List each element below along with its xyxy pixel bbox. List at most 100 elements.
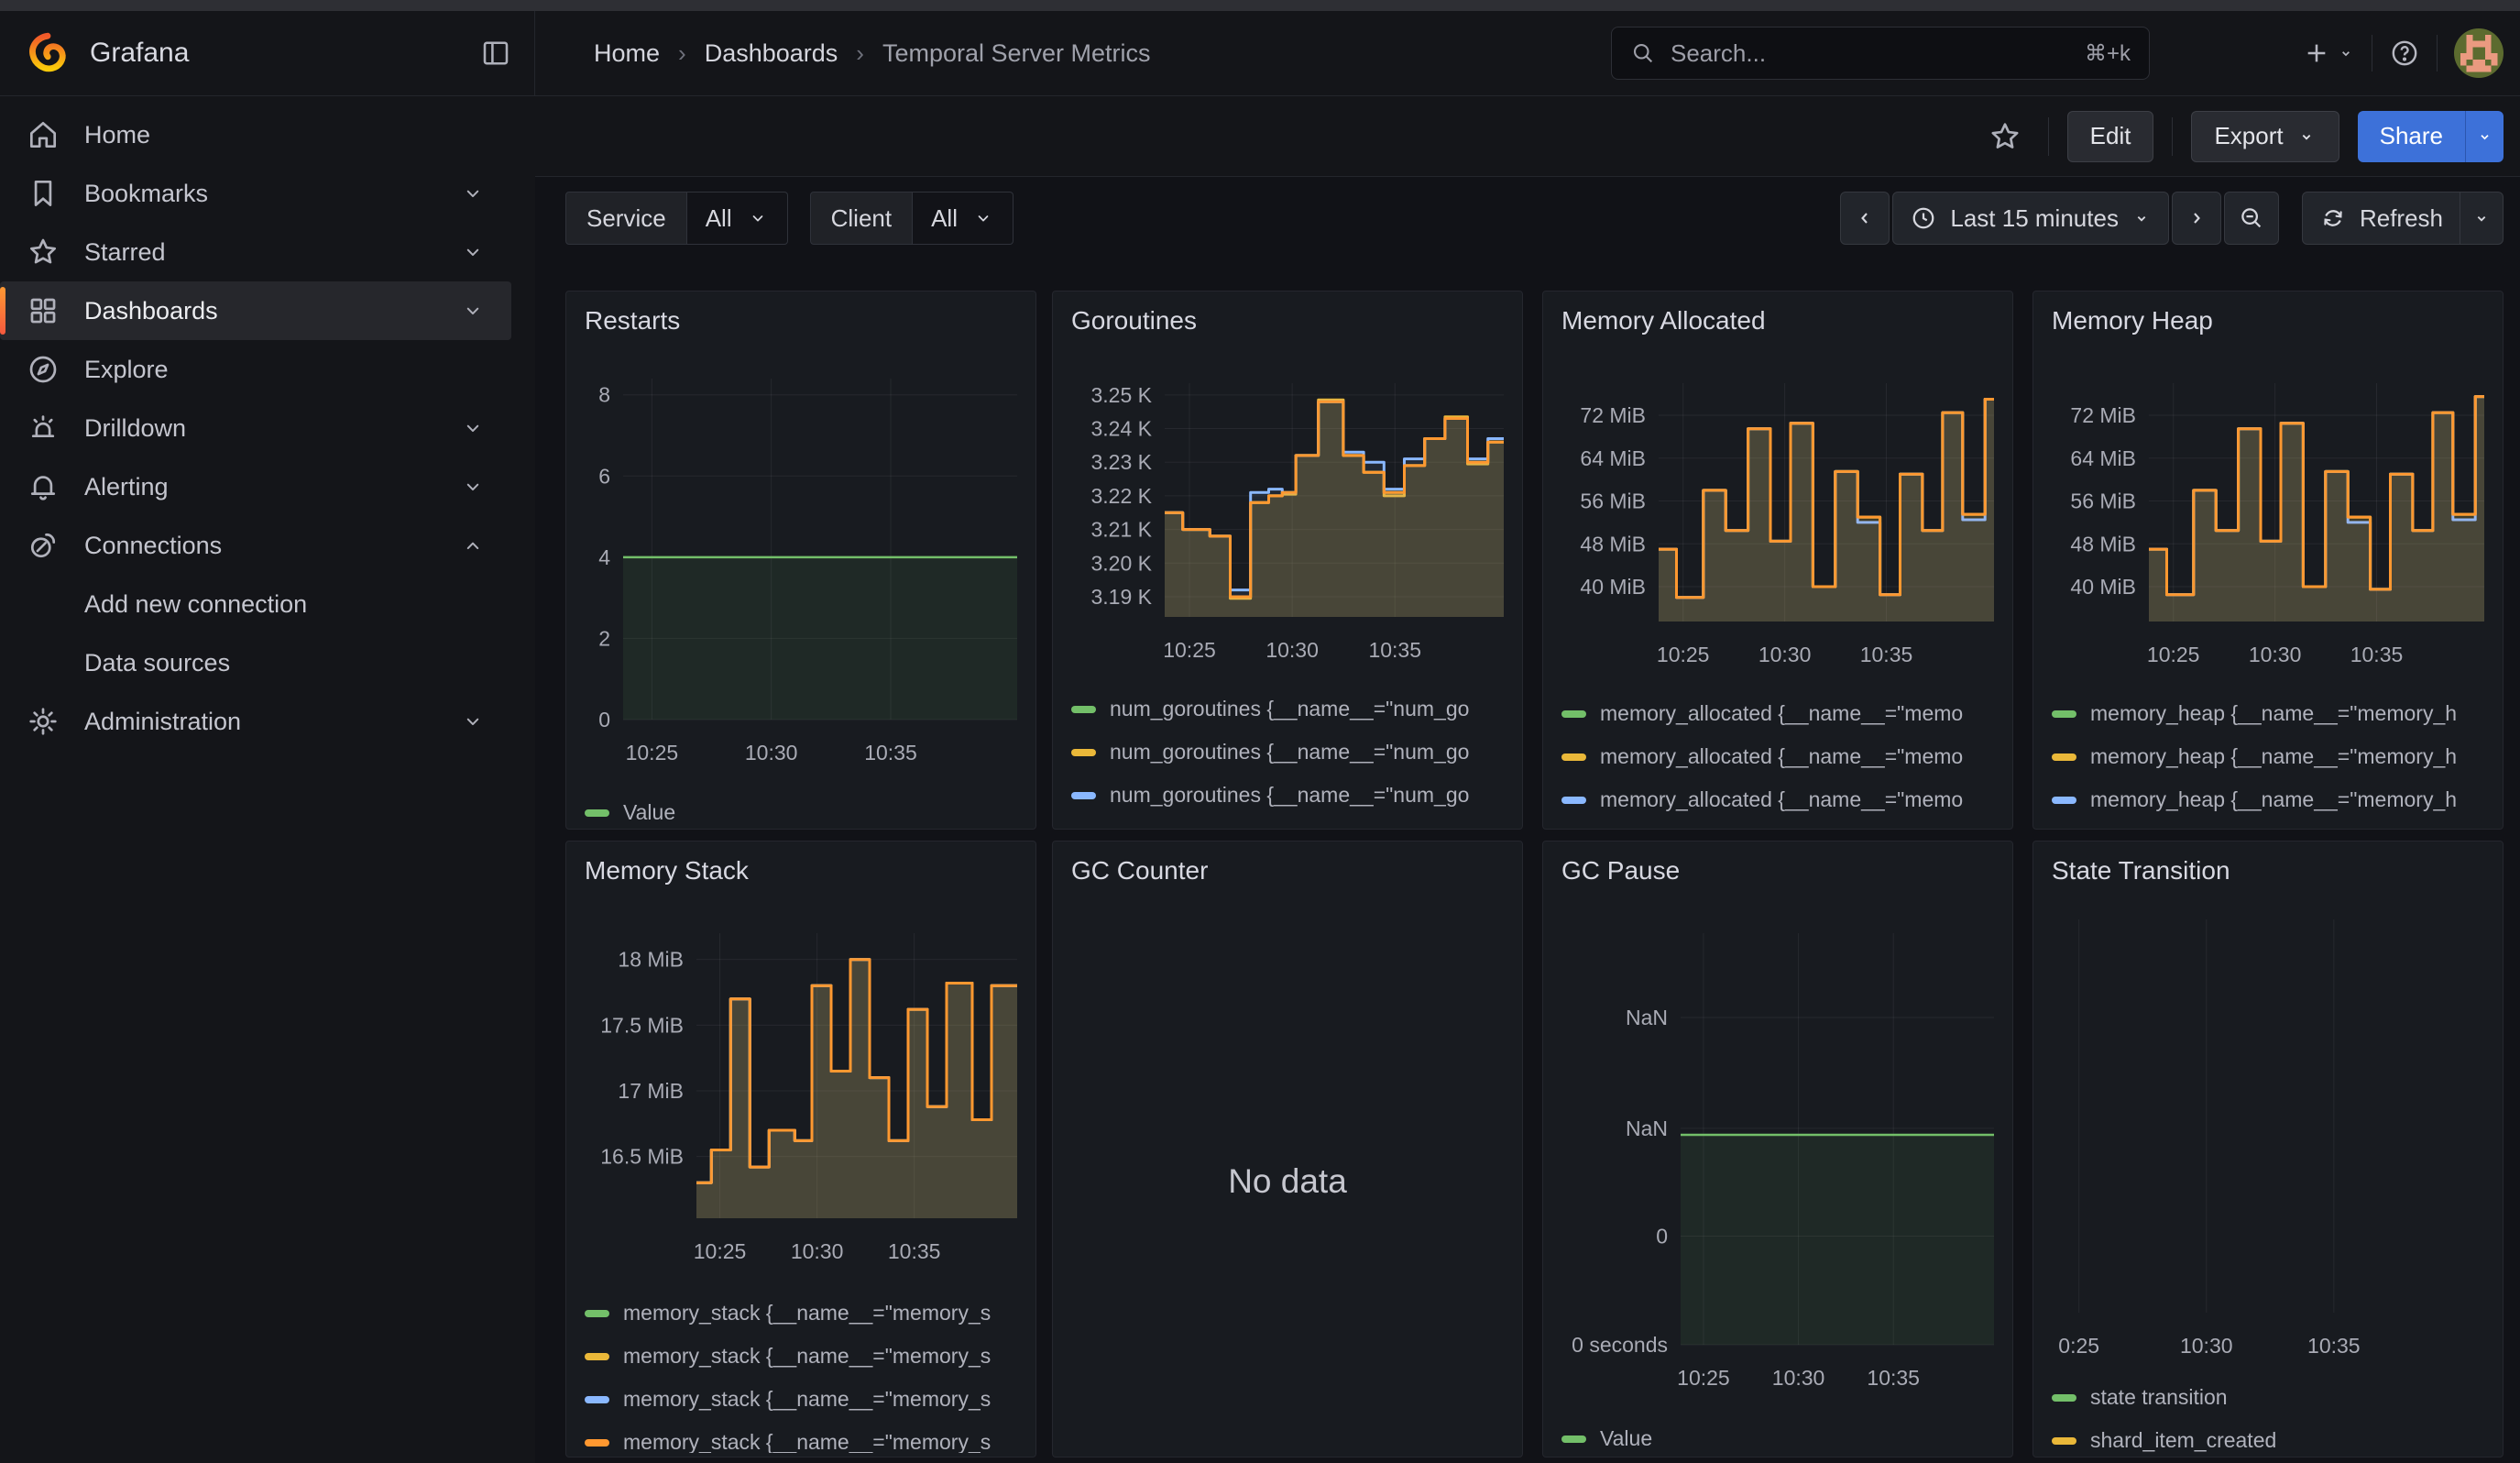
sidebar-item-dashboards[interactable]: Dashboards [0, 281, 511, 340]
sidebar-item-label: Home [84, 121, 150, 149]
legend-item[interactable]: memory_stack {__name__="memory_s [585, 1421, 1024, 1453]
legend-series-label[interactable]: memory_heap {__name__="memory_h [2090, 701, 2457, 726]
sidebar-item-explore[interactable]: Explore [0, 340, 511, 399]
chart-area[interactable]: 0:2510:3010:35 [2033, 842, 2503, 1457]
svg-text:3.20 K: 3.20 K [1091, 551, 1153, 575]
variable-value-dropdown[interactable]: All [687, 192, 788, 245]
sidebar-item-starred[interactable]: Starred [0, 223, 511, 281]
share-dropdown-button[interactable] [2465, 111, 2504, 162]
legend-series-label[interactable]: memory_stack {__name__="memory_s [623, 1430, 991, 1453]
legend-item[interactable]: memory_allocated {__name__="memo [1561, 778, 2001, 821]
clock-icon [1910, 204, 1937, 232]
legend-item[interactable]: state transition [2052, 1376, 2492, 1419]
refresh-interval-dropdown[interactable] [2460, 192, 2504, 245]
legend-series-dash [2052, 754, 2076, 761]
variable-picker-service: ServiceAll [565, 192, 788, 245]
chevron-down-icon[interactable] [460, 181, 486, 206]
sidebar-item-alerting[interactable]: Alerting [0, 457, 511, 516]
breadcrumb-dashboards[interactable]: Dashboards [705, 39, 838, 68]
chevron-down-icon[interactable] [460, 474, 486, 500]
chevron-down-icon[interactable] [460, 709, 486, 734]
legend-series-label[interactable]: memory_allocated {__name__="memo [1600, 744, 1963, 769]
refresh-label: Refresh [2360, 204, 2443, 233]
svg-text:16.5 MiB: 16.5 MiB [600, 1145, 684, 1169]
panel-legend: memory_stack {__name__="memory_s memory_s… [585, 1292, 1024, 1453]
legend-item[interactable]: Value [585, 791, 1024, 825]
legend-item[interactable]: memory_stack {__name__="memory_s [585, 1335, 1024, 1378]
legend-item[interactable]: memory_heap {__name__="memory_h [2052, 821, 2492, 825]
legend-series-label[interactable]: Value [623, 800, 675, 825]
share-button[interactable]: Share [2358, 111, 2465, 162]
sidebar-item-home[interactable]: Home [0, 105, 511, 164]
grafana-logo[interactable] [26, 31, 70, 75]
sidebar-item-administration[interactable]: Administration [0, 692, 511, 751]
legend-series-label[interactable]: memory_allocated {__name__="memo [1600, 787, 1963, 812]
sidebar-item-drilldown[interactable]: Drilldown [0, 399, 511, 457]
time-back-button[interactable] [1840, 192, 1890, 245]
breadcrumb: Home › Dashboards › Temporal Server Metr… [594, 11, 1151, 95]
sidebar-item-bookmarks[interactable]: Bookmarks [0, 164, 511, 223]
panel-title[interactable]: GC Counter [1071, 856, 1208, 886]
legend-item[interactable]: memory_allocated {__name__="memo [1561, 821, 2001, 825]
legend-series-label[interactable]: memory_heap {__name__="memory_h [2090, 787, 2457, 812]
chevron-down-icon[interactable] [460, 415, 486, 441]
svg-text:0:25: 0:25 [2058, 1334, 2099, 1358]
chevron-down-icon[interactable] [460, 298, 486, 324]
time-range-picker[interactable]: Last 15 minutes [1892, 192, 2169, 245]
legend-item[interactable]: shard_item_created [2052, 1419, 2492, 1453]
legend-item[interactable]: num_goroutines {__name__="num_go [1071, 774, 1511, 817]
chevron-down-icon[interactable] [460, 239, 486, 265]
svg-text:3.24 K: 3.24 K [1091, 417, 1153, 441]
legend-series-label[interactable]: memory_stack {__name__="memory_s [623, 1301, 991, 1326]
svg-text:10:30: 10:30 [791, 1239, 844, 1263]
chevron-up-icon[interactable] [460, 533, 486, 558]
variable-value-dropdown[interactable]: All [913, 192, 1013, 245]
legend-series-label[interactable]: memory_allocated {__name__="memo [1600, 701, 1963, 726]
time-forward-button[interactable] [2172, 192, 2221, 245]
legend-item[interactable]: memory_heap {__name__="memory_h [2052, 778, 2492, 821]
add-button[interactable] [2302, 38, 2355, 68]
svg-text:3.21 K: 3.21 K [1091, 518, 1153, 542]
avatar[interactable] [2454, 28, 2504, 78]
zoom-out-icon[interactable] [2224, 192, 2279, 245]
legend-series-label[interactable]: memory_heap {__name__="memory_h [2090, 744, 2457, 769]
legend-series-label[interactable]: num_goroutines {__name__="num_go [1110, 697, 1469, 721]
legend-item[interactable]: memory_heap {__name__="memory_h [2052, 692, 2492, 735]
sidebar-item-add-new-connection[interactable]: Add new connection [0, 575, 511, 633]
legend-item[interactable]: Value [1561, 1417, 2001, 1453]
legend-series-label[interactable]: state transition [2090, 1385, 2228, 1410]
legend-item[interactable]: memory_heap {__name__="memory_h [2052, 735, 2492, 778]
legend-item[interactable]: memory_allocated {__name__="memo [1561, 735, 2001, 778]
panel-legend: memory_allocated {__name__="memo memory_a… [1561, 692, 2001, 825]
panel-memalloc: Memory Allocated72 MiB64 MiB56 MiB48 MiB… [1542, 291, 2013, 830]
favorite-star-button[interactable] [1980, 111, 2030, 162]
legend-item[interactable]: num_goroutines {__name__="num_go [1071, 731, 1511, 774]
legend-series-dash [1071, 792, 1096, 799]
legend-series-label[interactable]: Value [1600, 1426, 1652, 1451]
sidebar-item-data-sources[interactable]: Data sources [0, 633, 511, 692]
legend-item[interactable]: num_goroutines {__name__="num_go [1071, 688, 1511, 731]
breadcrumb-home[interactable]: Home [594, 39, 660, 68]
sidebar-item-connections[interactable]: Connections [0, 516, 511, 575]
legend-series-label[interactable]: shard_item_created [2090, 1428, 2276, 1453]
legend-series-label[interactable]: memory_stack {__name__="memory_s [623, 1387, 991, 1412]
chart-area[interactable]: 8642010:2510:3010:35 [566, 292, 1035, 829]
chart-area[interactable]: NaNNaN00 seconds10:2510:3010:35 [1543, 842, 2012, 1457]
help-icon[interactable] [2389, 38, 2420, 69]
sidebar-toggle-icon[interactable] [479, 37, 512, 70]
svg-text:6: 6 [598, 464, 610, 488]
export-button[interactable]: Export [2191, 111, 2339, 162]
legend-item[interactable]: memory_stack {__name__="memory_s [585, 1292, 1024, 1335]
refresh-button[interactable]: Refresh [2302, 192, 2460, 245]
legend-series-label[interactable]: num_goroutines {__name__="num_go [1110, 740, 1469, 764]
edit-button[interactable]: Edit [2067, 111, 2154, 162]
legend-item[interactable]: memory_allocated {__name__="memo [1561, 692, 2001, 735]
legend-series-dash [2052, 1437, 2076, 1445]
legend-series-label[interactable]: num_goroutines {__name__="num_go [1110, 783, 1469, 808]
search-input[interactable]: Search... ⌘+k [1611, 27, 2150, 80]
nav-actions [2302, 11, 2504, 95]
legend-item[interactable]: num_goroutines {__name__="num_go [1071, 817, 1511, 825]
legend-item[interactable]: memory_stack {__name__="memory_s [585, 1378, 1024, 1421]
legend-series-label[interactable]: memory_stack {__name__="memory_s [623, 1344, 991, 1369]
legend-series-dash [1561, 1436, 1586, 1443]
